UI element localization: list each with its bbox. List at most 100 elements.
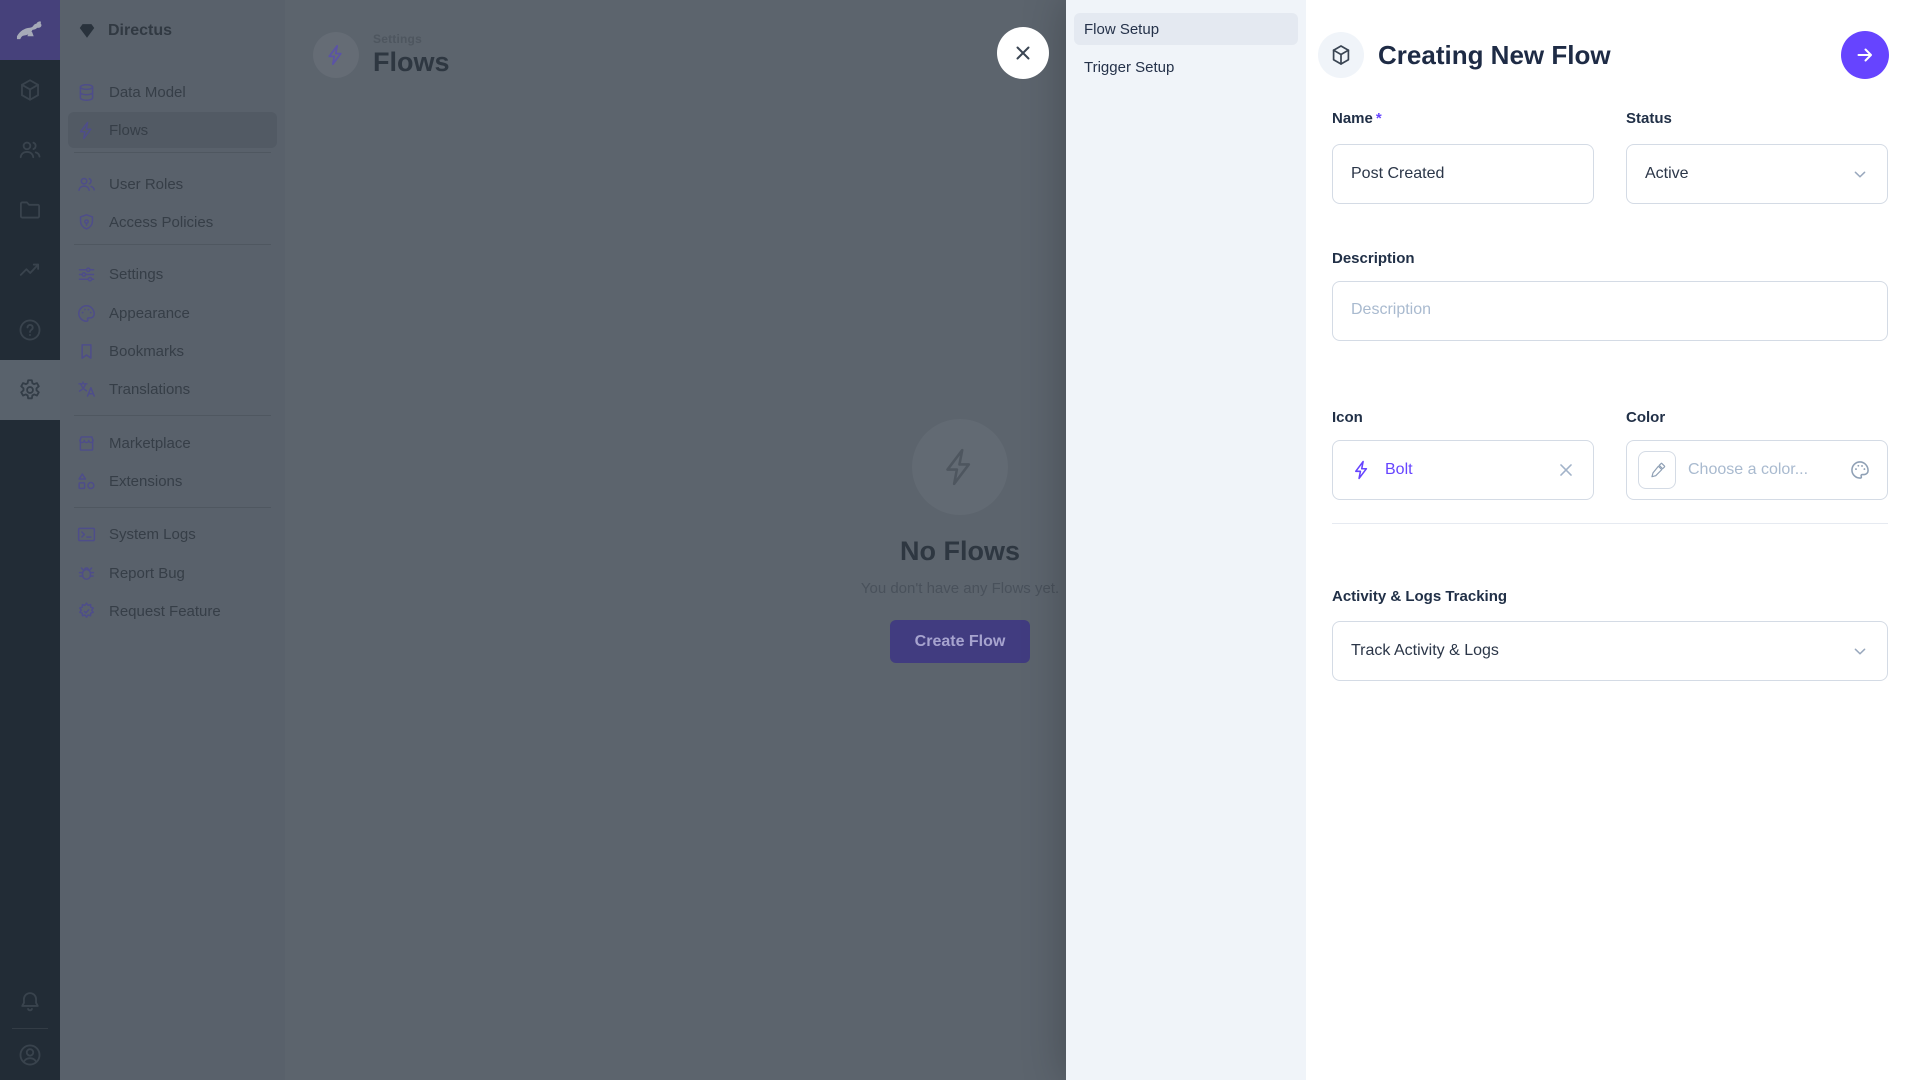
- eyedropper-icon: [1648, 461, 1667, 480]
- drawer-nav-item-flow-setup[interactable]: Flow Setup: [1074, 13, 1298, 45]
- clear-icon-button[interactable]: [1555, 459, 1577, 481]
- box-icon: [17, 77, 43, 103]
- account-button[interactable]: [0, 1030, 60, 1080]
- name-field: [1332, 144, 1594, 204]
- create-flow-drawer: Flow Setup Trigger Setup Creating New Fl…: [1066, 0, 1920, 1080]
- description-input[interactable]: [1333, 282, 1887, 340]
- directus-app: Directus Data Model Flows User Roles Acc…: [0, 0, 1920, 1080]
- form-divider: [1332, 523, 1888, 524]
- sidebar-item-request-feature[interactable]: Request Feature: [68, 593, 277, 629]
- notifications-button[interactable]: [0, 972, 60, 1032]
- icon-value: Bolt: [1385, 461, 1413, 479]
- help-icon: [17, 317, 43, 343]
- drawer-nav: Flow Setup Trigger Setup: [1066, 0, 1306, 1080]
- people-icon: [17, 137, 43, 163]
- name-input[interactable]: [1333, 145, 1593, 203]
- bookmark-icon: [76, 341, 97, 362]
- chevron-down-icon: [1849, 640, 1871, 662]
- bug-icon: [76, 563, 97, 584]
- page-icon-circle[interactable]: [313, 32, 359, 78]
- status-label: Status: [1626, 110, 1888, 127]
- sidebar-item-bookmarks[interactable]: Bookmarks: [68, 333, 277, 369]
- color-input[interactable]: [1688, 441, 1837, 499]
- drawer-nav-item-trigger-setup[interactable]: Trigger Setup: [1074, 51, 1298, 83]
- drawer-close-button[interactable]: [997, 27, 1049, 79]
- database-icon: [76, 82, 97, 103]
- new-releases-icon: [76, 601, 97, 622]
- project-name: Directus: [108, 22, 172, 40]
- module-files[interactable]: [0, 180, 60, 240]
- module-insights[interactable]: [0, 240, 60, 300]
- directus-logo[interactable]: [0, 0, 60, 60]
- account-circle-icon: [17, 1042, 43, 1068]
- status-value: Active: [1645, 165, 1689, 183]
- tune-icon: [76, 264, 97, 285]
- drawer-header-icon-circle: [1318, 32, 1364, 78]
- sidebar-item-settings[interactable]: Settings: [68, 256, 277, 292]
- drawer-title: Creating New Flow: [1378, 32, 1611, 78]
- nav-divider: [74, 507, 271, 508]
- storefront-icon: [76, 433, 97, 454]
- category-icon: [76, 471, 97, 492]
- sidebar-item-extensions[interactable]: Extensions: [68, 463, 277, 499]
- translate-icon: [76, 379, 97, 400]
- chevron-down-icon: [1849, 163, 1871, 185]
- gear-icon: [17, 377, 43, 403]
- status-select[interactable]: Active: [1626, 144, 1888, 204]
- shield-lock-icon: [76, 212, 97, 233]
- module-settings[interactable]: [0, 360, 60, 420]
- project-gem-icon: [76, 20, 98, 42]
- palette-icon: [76, 303, 97, 324]
- close-icon: [1555, 459, 1577, 481]
- page-title: Flows: [373, 47, 450, 78]
- arrow-right-icon: [1853, 43, 1877, 67]
- module-bar: [0, 0, 60, 1080]
- create-flow-button[interactable]: Create Flow: [890, 620, 1030, 663]
- people-icon: [76, 174, 97, 195]
- sidebar-item-system-logs[interactable]: System Logs: [68, 516, 277, 552]
- description-label: Description: [1332, 250, 1888, 267]
- box-icon: [1329, 43, 1353, 67]
- terminal-icon: [76, 524, 97, 545]
- sidebar-item-access-policies[interactable]: Access Policies: [68, 204, 277, 240]
- bell-icon: [17, 989, 43, 1015]
- bolt-icon: [938, 445, 982, 489]
- sidebar-item-marketplace[interactable]: Marketplace: [68, 425, 277, 461]
- close-icon: [1011, 41, 1035, 65]
- palette-icon[interactable]: [1849, 459, 1871, 481]
- tracking-label: Activity & Logs Tracking: [1332, 588, 1888, 605]
- sidebar-item-data-model[interactable]: Data Model: [68, 74, 277, 110]
- sidebar-item-flows[interactable]: Flows: [68, 112, 277, 148]
- color-label: Color: [1626, 409, 1888, 426]
- settings-nav-sidebar: Directus Data Model Flows User Roles Acc…: [60, 0, 285, 1080]
- tracking-value: Track Activity & Logs: [1351, 642, 1499, 660]
- sidebar-item-appearance[interactable]: Appearance: [68, 295, 277, 331]
- eyedropper-button[interactable]: [1638, 451, 1676, 489]
- color-field: [1626, 440, 1888, 500]
- folder-icon: [17, 197, 43, 223]
- nav-divider: [74, 415, 271, 416]
- empty-state-circle: [912, 419, 1008, 515]
- module-content[interactable]: [0, 60, 60, 120]
- module-bar-divider: [12, 1028, 48, 1029]
- next-button[interactable]: [1841, 31, 1889, 79]
- page-header: Settings Flows: [313, 32, 450, 78]
- drawer-panel: Creating New Flow Name* Status Active De…: [1306, 0, 1920, 1080]
- module-help[interactable]: [0, 300, 60, 360]
- required-marker: *: [1376, 110, 1382, 127]
- bolt-icon: [76, 120, 97, 141]
- sidebar-item-user-roles[interactable]: User Roles: [68, 166, 277, 202]
- nav-divider: [74, 244, 271, 245]
- tracking-select[interactable]: Track Activity & Logs: [1332, 621, 1888, 681]
- project-header[interactable]: Directus: [60, 10, 285, 52]
- bolt-icon: [1351, 459, 1373, 481]
- module-users[interactable]: [0, 120, 60, 180]
- sidebar-item-report-bug[interactable]: Report Bug: [68, 555, 277, 591]
- name-label: Name*: [1332, 110, 1594, 127]
- icon-field[interactable]: Bolt: [1332, 440, 1594, 500]
- nav-divider: [74, 152, 271, 153]
- breadcrumb[interactable]: Settings: [373, 32, 450, 46]
- bolt-icon: [324, 43, 348, 67]
- icon-label: Icon: [1332, 409, 1594, 426]
- sidebar-item-translations[interactable]: Translations: [68, 371, 277, 407]
